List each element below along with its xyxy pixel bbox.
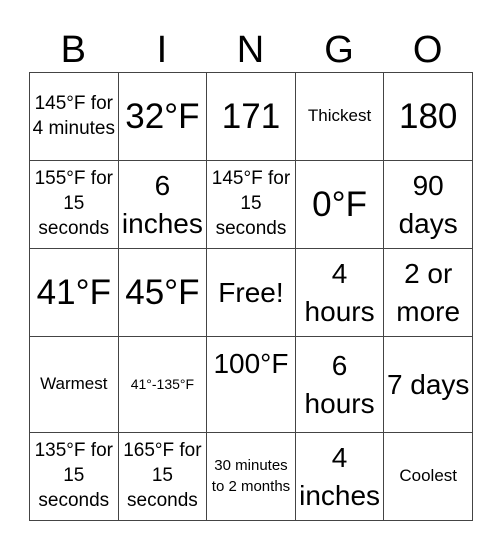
bingo-cell[interactable]: Warmest: [29, 336, 119, 433]
bingo-cell[interactable]: Thickest: [294, 72, 385, 161]
bingo-row: 155°F for 15 seconds 6 inches 145°F for 15…: [29, 160, 473, 249]
bingo-cell[interactable]: 165°F for 15 seconds: [117, 432, 208, 521]
bingo-cell[interactable]: 4 inches: [294, 432, 385, 521]
bingo-cell[interactable]: Free!: [206, 248, 296, 337]
bingo-cell[interactable]: 135°F for 15 seconds: [29, 432, 119, 521]
bingo-cell[interactable]: 145°F for 4 minutes: [29, 72, 119, 161]
bingo-cell[interactable]: 100°F: [206, 336, 296, 433]
bingo-cell[interactable]: 0°F: [294, 160, 385, 249]
header-letter-g: G: [324, 29, 354, 71]
bingo-cell[interactable]: 6 hours: [294, 336, 385, 433]
header-letter-b: B: [60, 29, 86, 71]
header-letter-n: N: [236, 29, 265, 71]
bingo-row: 41°F 45°F Free! 4 hours 2 or more: [29, 248, 473, 337]
header-letter-o: O: [412, 29, 443, 71]
bingo-cell[interactable]: 32°F: [117, 72, 208, 161]
bingo-grid: 145°F for 4 minutes 32°F 171 Thickest 180 155…: [29, 72, 473, 521]
bingo-cell[interactable]: 180: [383, 72, 473, 161]
bingo-header: B I N G O: [29, 28, 472, 72]
bingo-cell[interactable]: Coolest: [383, 432, 473, 521]
bingo-cell[interactable]: 4 hours: [294, 248, 385, 337]
bingo-cell[interactable]: 41°-135°F: [117, 336, 208, 433]
bingo-cell[interactable]: 171: [206, 72, 296, 161]
bingo-cell[interactable]: 30 minutes to 2 months: [206, 432, 296, 521]
bingo-cell[interactable]: 2 or more: [383, 248, 473, 337]
bingo-row: 135°F for 15 seconds 165°F for 15 seconds…: [29, 432, 473, 521]
bingo-cell[interactable]: 7 days: [383, 336, 473, 433]
bingo-cell[interactable]: 90 days: [383, 160, 473, 249]
bingo-cell[interactable]: 145°F for 15 seconds: [206, 160, 296, 249]
bingo-cell[interactable]: 41°F: [29, 248, 119, 337]
bingo-cell[interactable]: 6 inches: [117, 160, 208, 249]
bingo-row: Warmest 41°-135°F 100°F 6 hours 7 days: [29, 336, 473, 433]
bingo-cell[interactable]: 155°F for 15 seconds: [29, 160, 119, 249]
bingo-cell[interactable]: 45°F: [117, 248, 208, 337]
header-letter-i: I: [156, 29, 168, 71]
bingo-row: 145°F for 4 minutes 32°F 171 Thickest 180: [29, 72, 473, 161]
